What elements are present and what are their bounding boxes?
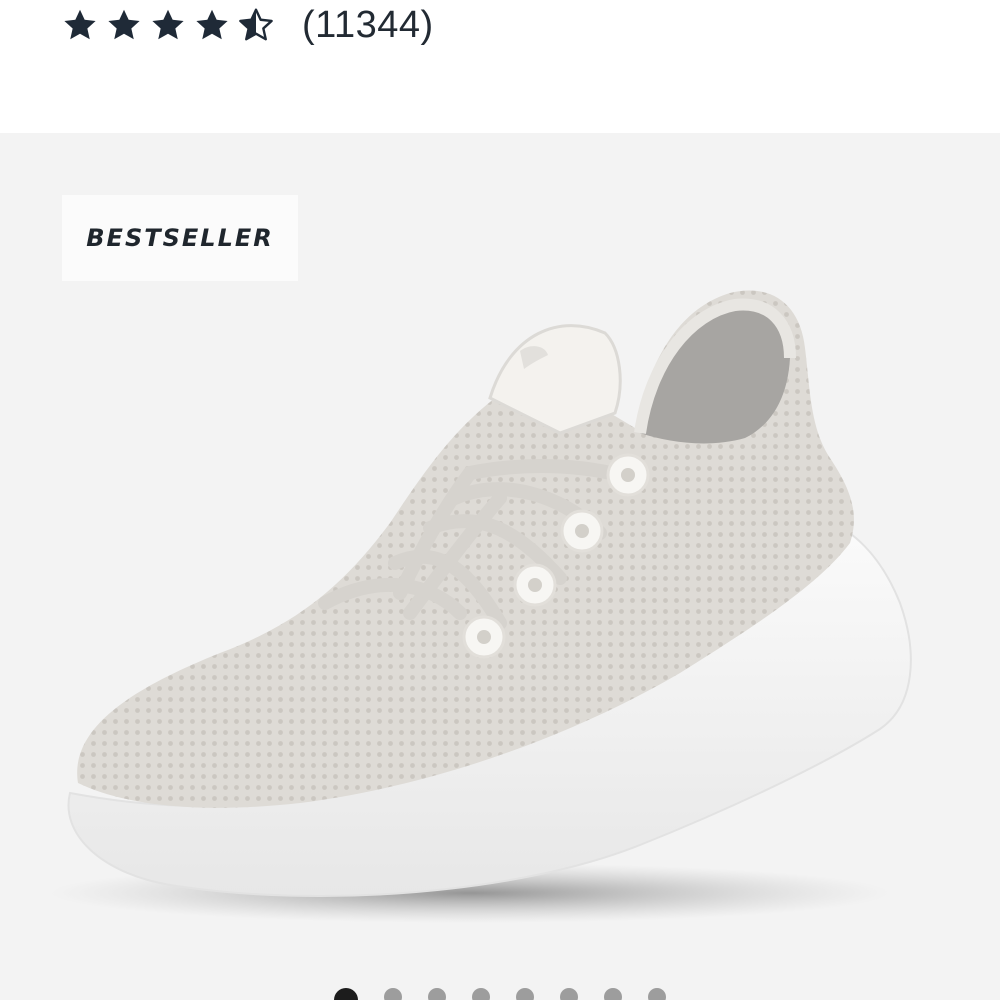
carousel-dot[interactable] bbox=[516, 988, 534, 1000]
star-half-icon bbox=[239, 8, 273, 41]
rating-stars bbox=[62, 7, 282, 43]
star-full-icon bbox=[64, 9, 96, 40]
star-full-icon bbox=[152, 9, 184, 40]
carousel-dot[interactable] bbox=[384, 988, 402, 1000]
star-full-icon bbox=[108, 9, 140, 40]
carousel-indicators bbox=[0, 988, 1000, 1000]
bestseller-badge: BESTSELLER bbox=[62, 195, 298, 281]
badge-label: BESTSELLER bbox=[86, 224, 274, 252]
review-count[interactable]: (11344) bbox=[302, 4, 434, 47]
product-image-panel[interactable]: BESTSELLER bbox=[0, 133, 1000, 1000]
product-rating[interactable]: (11344) bbox=[62, 0, 434, 50]
carousel-dot[interactable] bbox=[648, 988, 666, 1000]
carousel-dot[interactable] bbox=[334, 988, 358, 1000]
star-full-icon bbox=[196, 9, 228, 40]
carousel-dot[interactable] bbox=[428, 988, 446, 1000]
carousel-dot[interactable] bbox=[604, 988, 622, 1000]
carousel-dot[interactable] bbox=[472, 988, 490, 1000]
carousel-dot[interactable] bbox=[560, 988, 578, 1000]
